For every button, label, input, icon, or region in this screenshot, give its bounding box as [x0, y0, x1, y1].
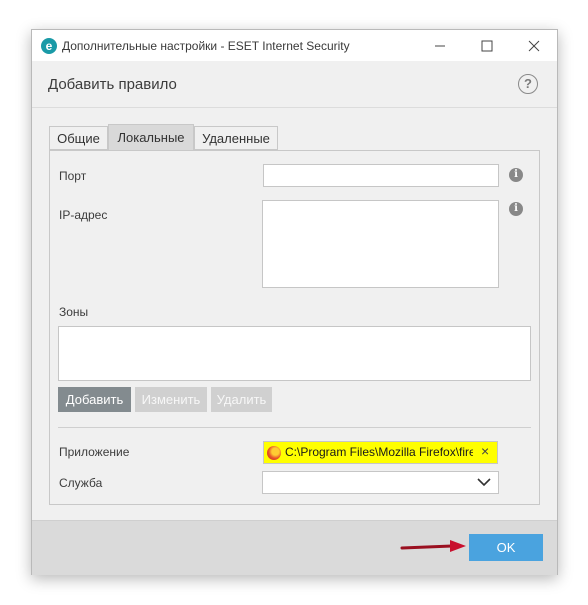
application-field[interactable]: C:\Program Files\Mozilla Firefox\firefox…	[263, 441, 498, 464]
zones-list[interactable]	[58, 326, 531, 381]
dialog-footer: OK	[32, 520, 557, 575]
service-select[interactable]	[262, 471, 499, 494]
ip-address-label: IP-адрес	[59, 208, 108, 222]
section-divider	[58, 427, 531, 428]
port-info-icon[interactable]: i	[509, 168, 523, 182]
tab-remote[interactable]: Удаленные	[194, 126, 278, 150]
application-path: C:\Program Files\Mozilla Firefox\firefox…	[285, 445, 473, 459]
edit-zone-button[interactable]: Изменить	[135, 387, 207, 412]
minimize-button[interactable]	[417, 30, 463, 61]
settings-window: e Дополнительные настройки - ESET Intern…	[31, 29, 558, 575]
port-label: Порт	[59, 169, 87, 183]
clear-application-icon[interactable]: ×	[481, 443, 489, 459]
minimize-icon	[435, 45, 445, 47]
title-bar: e Дополнительные настройки - ESET Intern…	[32, 30, 557, 61]
tab-local[interactable]: Локальные	[108, 124, 194, 151]
add-zone-button[interactable]: Добавить	[58, 387, 131, 412]
maximize-icon	[481, 40, 493, 52]
tab-general[interactable]: Общие	[49, 126, 108, 150]
ok-button[interactable]: OK	[469, 534, 543, 561]
chevron-down-icon	[477, 478, 491, 487]
close-icon	[528, 40, 540, 52]
zones-label: Зоны	[59, 305, 89, 319]
service-label: Служба	[59, 476, 103, 490]
ip-info-icon[interactable]: i	[509, 202, 523, 216]
help-icon[interactable]: ?	[518, 74, 538, 94]
firefox-icon	[267, 446, 281, 460]
eset-app-icon: e	[41, 38, 57, 54]
delete-zone-button[interactable]: Удалить	[211, 387, 272, 412]
application-label: Приложение	[59, 445, 130, 459]
dialog-title: Добавить правило	[48, 76, 177, 93]
dialog-header: Добавить правило ?	[32, 61, 557, 108]
window-title: Дополнительные настройки - ESET Internet…	[62, 39, 350, 53]
ip-address-input[interactable]	[262, 200, 499, 288]
red-arrow-icon	[400, 540, 466, 552]
port-input[interactable]	[263, 164, 499, 187]
close-button[interactable]	[511, 30, 557, 61]
maximize-button[interactable]	[464, 30, 510, 61]
